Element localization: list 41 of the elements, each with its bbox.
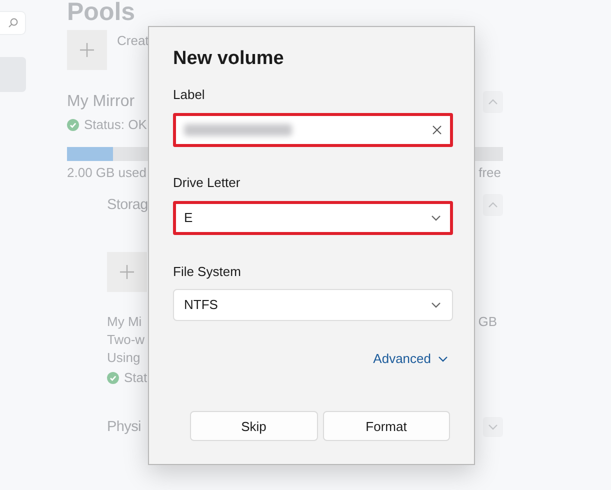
- space-status: Stat: [124, 370, 148, 386]
- chevron-up-icon: [487, 97, 499, 107]
- search-icon: [8, 18, 18, 28]
- space-size: GB: [478, 314, 497, 330]
- text-field[interactable]: [173, 113, 453, 147]
- field-label: Label: [173, 87, 205, 103]
- chevron-up-icon: [487, 200, 499, 210]
- space-detail: Using: [107, 350, 140, 365]
- used-space: 2.00 GB used: [67, 165, 146, 181]
- dropdown-value: NTFS: [184, 297, 218, 313]
- pool-name: My Mirror: [67, 92, 135, 112]
- dropdown[interactable]: NTFS: [173, 289, 453, 321]
- field-label: Drive Letter: [173, 175, 240, 191]
- section-heading: Physi: [107, 418, 141, 437]
- pool-status: Status: OK: [84, 117, 147, 133]
- collapse-button[interactable]: [483, 91, 503, 113]
- collapse-button[interactable]: [483, 194, 503, 216]
- format-button[interactable]: Format: [322, 411, 450, 441]
- search-field[interactable]: [0, 12, 25, 34]
- chevron-down-icon: [430, 300, 442, 310]
- dropdown[interactable]: E: [173, 201, 453, 235]
- add-button[interactable]: [67, 30, 107, 70]
- dialog-title: New volume: [173, 47, 284, 71]
- free-space: free: [478, 165, 501, 181]
- dropdown-value: E: [184, 210, 193, 226]
- expand-button[interactable]: [483, 417, 503, 437]
- page-title: Pools: [67, 0, 136, 24]
- create-pool-label: Creat: [117, 33, 149, 48]
- chevron-down-icon: [437, 354, 449, 364]
- add-button[interactable]: [107, 252, 147, 292]
- advanced-link[interactable]: Advanced: [373, 351, 449, 366]
- space-name: My Mi: [107, 314, 142, 330]
- space-detail: Two-w: [107, 332, 145, 347]
- field-label: File System: [173, 264, 241, 280]
- skip-button[interactable]: Skip: [190, 411, 318, 441]
- clear-icon: [432, 125, 442, 135]
- plus-icon: [119, 264, 135, 280]
- chevron-down-icon: [430, 213, 442, 223]
- section-heading: Storag: [107, 196, 148, 215]
- plus-icon: [79, 42, 95, 58]
- chevron-down-icon: [487, 422, 499, 432]
